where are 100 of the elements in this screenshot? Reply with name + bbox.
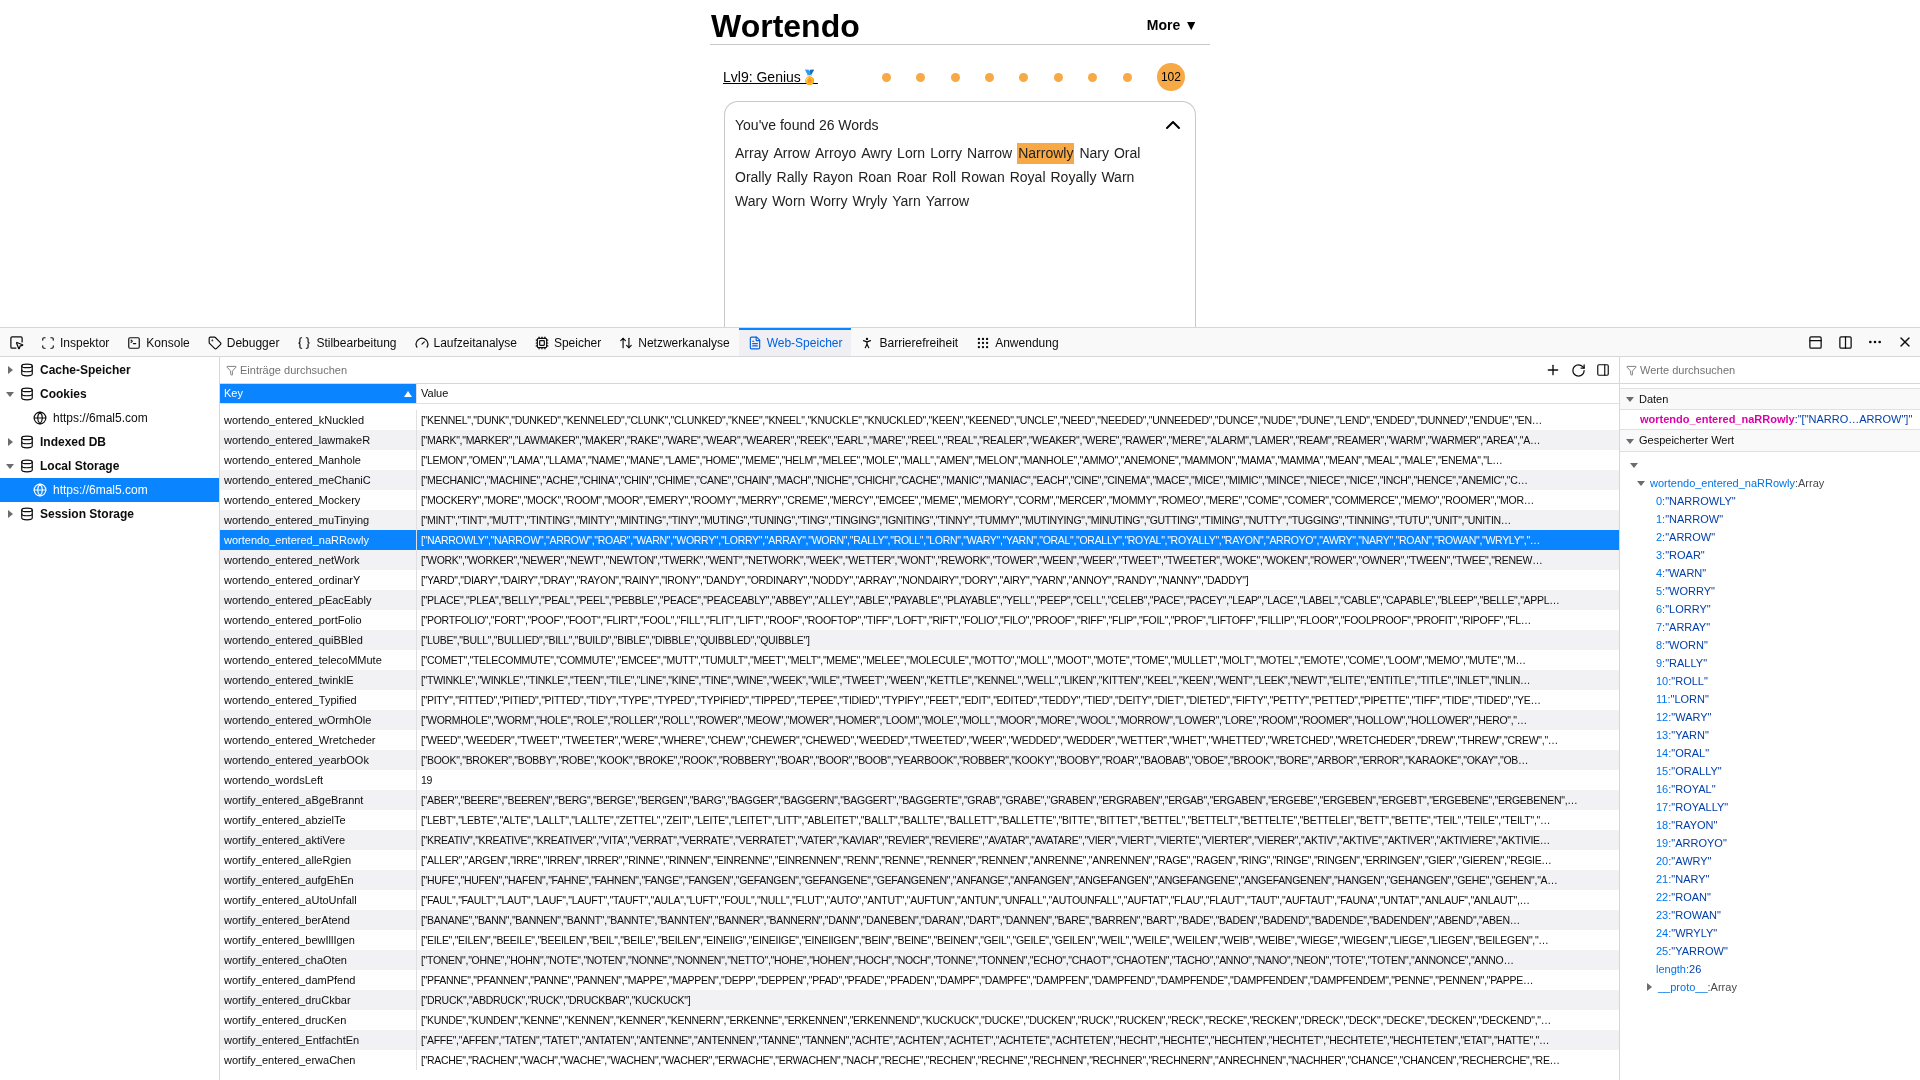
array-entry: 11:"LORN" [1656,691,1709,707]
down-triangle-icon[interactable] [6,462,14,470]
array-entry: 22:"ROAN" [1656,889,1711,905]
storage-tree-item[interactable]: Cookies [0,382,219,406]
section-header[interactable]: Gespeicherter Wert [1620,430,1920,452]
devtools-tab[interactable]: Anwendung [967,328,1068,356]
column-header[interactable]: Key [220,384,416,403]
database-icon [20,459,34,473]
found-word: Roan [858,168,892,187]
origin-tree-item[interactable]: https://6mal5.com [0,478,219,502]
tree-item-label: Cache-Speicher [40,362,131,379]
array-entry: 14:"ORAL" [1656,745,1710,761]
array-entry: 3:"ROAR" [1656,547,1705,563]
level-link[interactable]: Lvl9: Genius🏅 [723,66,818,88]
globe-icon [33,411,47,425]
filter-field[interactable]: Werte durchsuchen [1640,361,1914,379]
devtools-tab[interactable]: Web-Speicher [738,328,852,356]
section-header[interactable]: Daten [1620,388,1920,410]
key-cell-text: wortify_entered_abzielTe [223,812,347,828]
filter-icon [226,364,237,376]
right-triangle-icon[interactable] [1645,983,1653,991]
app-title: Wortendo [710,10,860,42]
key-cell-text: wortify_entered_chaOten [223,952,348,968]
found-word: Awry [861,144,893,163]
more-menu-button[interactable]: More ▼ [1146,15,1210,42]
down-triangle-icon[interactable] [1626,436,1634,445]
key-cell-text: wortify_entered_erwaChen [223,1052,357,1068]
found-word: Nary [1079,144,1109,163]
data-value: :"["NARRO…ARROW"]" [1794,412,1913,428]
tag-icon [207,336,222,350]
filter-field[interactable]: Einträge durchsuchen [240,361,1538,379]
globe-icon [33,483,47,497]
array-entry: 19:"ARROYO" [1656,835,1727,851]
devtools-tab[interactable]: Konsole [118,328,199,356]
storage-tree-item[interactable]: Indexed DB [0,430,219,454]
key-cell-text: wortendo_entered_lawmakeR [223,432,372,448]
key-cell-text: wortendo_entered_Typified [223,692,358,708]
found-word: Wary [735,192,768,211]
chip-icon [534,336,549,350]
array-entry: 7:"ARRAY" [1656,619,1711,635]
right-triangle-icon[interactable] [6,438,14,446]
right-triangle-icon[interactable] [6,510,14,518]
node-label: wortendo_entered_naRRowly:Array [1650,475,1825,491]
devtools-tab[interactable]: Speicher [525,328,611,356]
found-word: Warn [1101,168,1135,187]
database-icon [20,507,34,521]
found-word: Orally [735,168,772,187]
found-word: Oral [1113,144,1141,163]
down-triangle-icon[interactable] [6,390,14,398]
node-label: __proto__:Array [1658,979,1737,995]
array-entry: 17:"ROYALLY" [1656,799,1729,815]
key-cell-text: wortify_entered_aufgEhEn [223,872,355,888]
found-word: Rayon [812,168,854,187]
key-cell-text: wortify_entered_aktiVere [223,832,347,848]
down-triangle-icon[interactable] [1626,395,1634,403]
key-cell-text: wortendo_entered_portFolio [223,612,363,628]
found-word: Narrowly [1017,143,1075,164]
refresh-icon[interactable] [1571,362,1586,378]
key-cell-text: wortendo_entered_pEacEably [223,592,373,608]
found-word: Roll [932,168,957,187]
key-cell-text: wortendo_entered_Mockery [223,492,362,508]
storage-tree-item[interactable]: Cache-Speicher [0,358,219,382]
array-entry: 20:"AWRY" [1656,853,1712,869]
table-row[interactable]: wortendo_entered_quiBBled ["LUBE","BULL","BULLIED","BILL","BUILD","BIBLE","DIBBLE","QUIBBLED","QUIBBLE"] [220,630,1619,650]
found-word: Roar [896,168,927,187]
found-word: Worn [772,192,806,211]
sidebar-toggle-icon[interactable] [1596,363,1610,377]
array-entry: 6:"LORRY" [1656,601,1711,617]
devtools-tab[interactable]: Laufzeitanalyse [405,328,526,356]
table-row[interactable]: wortify_entered_druCkbar ["DRUCK","ABDRUCK","RUCK","DRUCKBAR","KUCKUCK"] [220,990,1619,1010]
key-cell-text: wortify_entered_aUtoUnfall [223,892,358,908]
found-word: Wryly [852,192,888,211]
tree-item-label: https://6mal5.com [53,410,148,427]
tree-item-label: Indexed DB [40,434,106,451]
column-header[interactable]: Value [416,384,1619,403]
origin-tree-item[interactable]: https://6mal5.com [0,406,219,430]
devtools-tab[interactable]: Inspektor [32,328,119,356]
array-entry: 5:"WORRY" [1656,583,1715,599]
found-word: Rally [776,168,808,187]
storage-tree-item[interactable]: Session Storage [0,502,219,526]
score-badge: 102 [1156,63,1185,91]
storage-tree-item[interactable]: Local Storage [0,454,219,478]
gauge-icon [414,336,429,350]
array-entry: 16:"ROYAL" [1656,781,1716,797]
devtools-tab[interactable]: Netzwerkanalyse [610,328,739,356]
devtools-tab[interactable]: Stilbearbeitung [288,328,406,356]
found-word: Royally [1050,168,1097,187]
key-cell-text: wortendo_entered_twinklE [223,672,355,688]
array-entry: 8:"WORN" [1656,637,1708,653]
add-icon[interactable] [1545,362,1561,378]
down-triangle-icon[interactable] [1630,461,1638,469]
array-entry: 18:"RAYON" [1656,817,1718,833]
array-entry: 9:"RALLY" [1656,655,1708,671]
right-triangle-icon[interactable] [6,366,14,374]
key-cell-text: wortendo_entered_Manhole [223,452,362,468]
devtools-tab[interactable]: Barrierefreiheit [851,328,968,356]
down-triangle-icon[interactable] [1637,479,1645,487]
key-cell-text: wortify_entered_druCkbar [223,992,352,1008]
found-word: Lorn [897,144,926,163]
devtools-tab[interactable]: Debugger [198,328,289,356]
